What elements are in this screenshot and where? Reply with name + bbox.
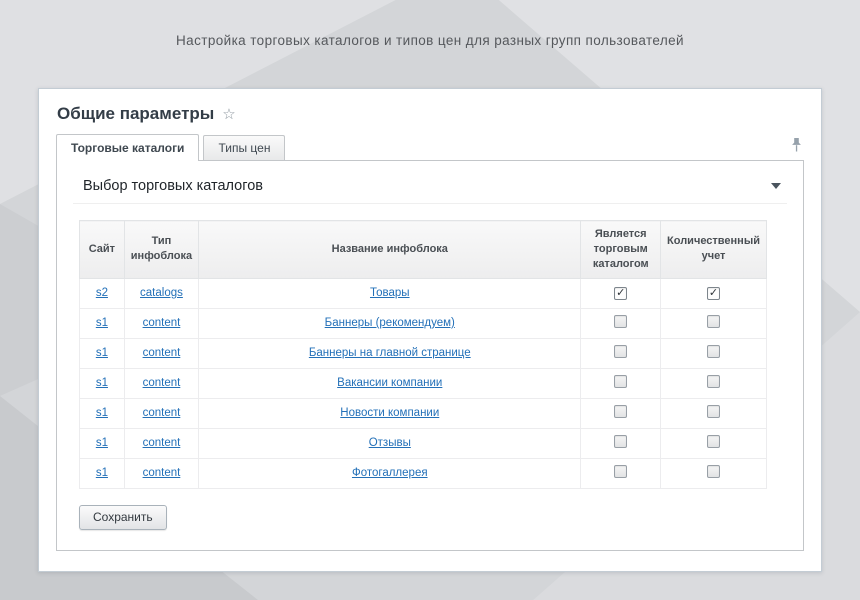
is-catalog-checkbox[interactable] [614,315,627,328]
site-link[interactable]: s1 [96,407,108,419]
site-link[interactable]: s1 [96,437,108,449]
page-title: Общие параметры [57,104,214,124]
site-link[interactable]: s2 [96,287,108,299]
table-row: s1 content Отзывы [80,428,767,458]
iblock-type-link[interactable]: content [143,437,181,449]
table-row: s1 content Баннеры (рекомендуем) [80,308,767,338]
is-catalog-checkbox[interactable] [614,465,627,478]
tabs-bar: Торговые каталоги Типы цен [56,134,804,161]
iblock-name-link[interactable]: Новости компании [340,407,439,419]
site-link[interactable]: s1 [96,347,108,359]
section-header: Выбор торговых каталогов [73,171,787,204]
table-body: s2 catalogs Товары ✓ ✓ s1 content Баннеры (реко… [80,278,767,488]
iblock-name-link[interactable]: Баннеры (рекомендуем) [325,317,455,329]
table-row: s1 content Баннеры на главной странице [80,338,767,368]
favorite-star-icon[interactable]: ☆ [222,107,235,122]
iblock-type-link[interactable]: content [143,407,181,419]
iblock-type-link[interactable]: content [143,467,181,479]
site-link[interactable]: s1 [96,317,108,329]
iblock-type-link[interactable]: catalogs [140,287,183,299]
is-catalog-checkbox[interactable] [614,375,627,388]
iblock-type-link[interactable]: content [143,317,181,329]
table-header-row: Сайт Тип инфоблока Название инфоблока Яв… [80,221,767,279]
is-catalog-checkbox[interactable] [614,405,627,418]
header-is-catalog: Является торговым каталогом [581,221,661,279]
iblock-name-link[interactable]: Вакансии компании [337,377,442,389]
quantity-checkbox[interactable] [707,465,720,478]
quantity-checkbox[interactable]: ✓ [707,287,720,300]
quantity-checkbox[interactable] [707,315,720,328]
pin-icon[interactable] [791,137,802,152]
panel-header: Общие параметры ☆ [56,102,804,134]
tab-content: Выбор торговых каталогов Сайт Тип инфобл… [56,160,804,551]
header-iblock-name: Название инфоблока [199,221,581,279]
iblock-type-link[interactable]: content [143,377,181,389]
table-row: s2 catalogs Товары ✓ ✓ [80,278,767,308]
quantity-checkbox[interactable] [707,435,720,448]
iblock-type-link[interactable]: content [143,347,181,359]
iblock-name-link[interactable]: Фотогаллерея [352,467,428,479]
table-row: s1 content Новости компании [80,398,767,428]
save-button[interactable]: Сохранить [79,505,167,530]
site-link[interactable]: s1 [96,467,108,479]
site-link[interactable]: s1 [96,377,108,389]
iblock-name-link[interactable]: Отзывы [369,437,411,449]
iblock-name-link[interactable]: Баннеры на главной странице [309,347,471,359]
catalogs-table-wrap: Сайт Тип инфоблока Название инфоблока Яв… [79,220,787,489]
tab-price-types[interactable]: Типы цен [203,135,285,161]
catalogs-table: Сайт Тип инфоблока Название инфоблока Яв… [79,220,767,489]
table-row: s1 content Вакансии компании [80,368,767,398]
page-caption: Настройка торговых каталогов и типов цен… [0,33,860,48]
iblock-name-link[interactable]: Товары [370,287,410,299]
is-catalog-checkbox[interactable] [614,435,627,448]
tab-trade-catalogs[interactable]: Торговые каталоги [56,134,199,161]
chevron-down-icon[interactable] [771,183,781,189]
settings-panel: Общие параметры ☆ Торговые каталоги Типы… [38,88,822,572]
header-iblock-type: Тип инфоблока [124,221,198,279]
is-catalog-checkbox[interactable]: ✓ [614,287,627,300]
quantity-checkbox[interactable] [707,375,720,388]
section-title: Выбор торговых каталогов [83,178,263,194]
quantity-checkbox[interactable] [707,345,720,358]
is-catalog-checkbox[interactable] [614,345,627,358]
table-row: s1 content Фотогаллерея [80,458,767,488]
quantity-checkbox[interactable] [707,405,720,418]
header-site: Сайт [80,221,125,279]
header-quantity: Количественный учет [661,221,767,279]
